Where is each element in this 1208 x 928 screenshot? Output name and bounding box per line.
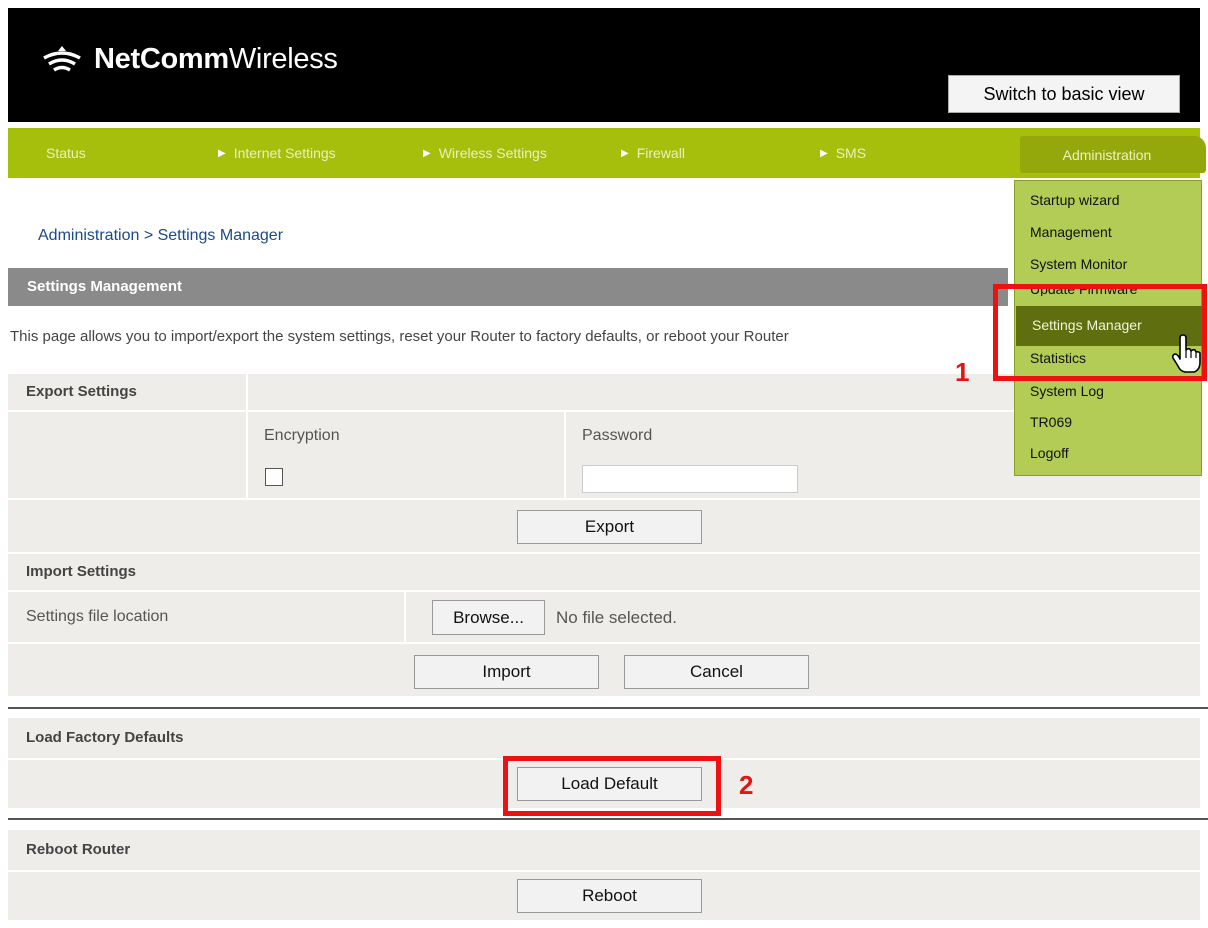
settings-file-label: Settings file location (26, 608, 169, 625)
nav-internet-settings[interactable]: ▶ Internet Settings (218, 128, 336, 178)
reboot-header-row (8, 830, 1200, 870)
wifi-logo-icon (43, 46, 81, 72)
triangle-right-icon: ▶ (423, 147, 431, 159)
nav-status[interactable]: Status (46, 128, 86, 178)
column-divider (246, 374, 248, 410)
export-button[interactable]: Export (517, 510, 702, 544)
triangle-right-icon: ▶ (621, 147, 629, 159)
section-divider (8, 818, 1208, 820)
file-status: No file selected. (556, 608, 677, 627)
column-divider (404, 592, 406, 642)
password-label: Password (582, 427, 653, 444)
reboot-title: Reboot Router (26, 841, 131, 858)
import-button-row (8, 644, 1200, 696)
menu-item-system-monitor[interactable]: System Monitor (1030, 256, 1127, 272)
menu-item-management[interactable]: Management (1030, 224, 1112, 240)
import-title: Import Settings (26, 563, 137, 580)
factory-title: Load Factory Defaults (26, 729, 184, 746)
cancel-button[interactable]: Cancel (624, 655, 809, 689)
brand-name: NetCommWireless (94, 42, 338, 75)
annotation-step1: 1 (955, 357, 970, 387)
password-input[interactable] (582, 465, 798, 493)
nav-sms[interactable]: ▶ SMS (820, 128, 866, 178)
menu-item-startup-wizard[interactable]: Startup wizard (1030, 192, 1119, 208)
nav-administration[interactable]: Administration (1020, 136, 1206, 173)
reboot-button[interactable]: Reboot (517, 879, 702, 913)
nav-wireless-settings[interactable]: ▶ Wireless Settings (423, 128, 547, 178)
triangle-right-icon: ▶ (820, 147, 828, 159)
switch-basic-view-button[interactable]: Switch to basic view (948, 75, 1180, 113)
breadcrumb: Administration > Settings Manager (38, 227, 284, 244)
annotation-step2: 2 (739, 770, 754, 800)
annotation-box-step1 (993, 284, 1207, 381)
nav-firewall[interactable]: ▶ Firewall (621, 128, 685, 178)
menu-item-system-log[interactable]: System Log (1030, 383, 1104, 399)
column-divider (246, 412, 248, 498)
brand-logo[interactable]: NetCommWireless (40, 42, 338, 76)
encryption-checkbox[interactable] (265, 468, 283, 486)
import-button[interactable]: Import (414, 655, 599, 689)
browse-button[interactable]: Browse... (432, 600, 545, 635)
annotation-box-step2 (503, 756, 721, 816)
menu-item-logoff[interactable]: Logoff (1030, 445, 1069, 461)
menu-item-tr069[interactable]: TR069 (1030, 414, 1072, 430)
triangle-right-icon: ▶ (218, 147, 226, 159)
page-description: This page allows you to import/export th… (10, 328, 789, 345)
section-divider (8, 707, 1208, 709)
section-title: Settings Management (27, 278, 183, 295)
export-title: Export Settings (26, 383, 137, 400)
import-header-row (8, 554, 1200, 590)
encryption-label: Encryption (264, 427, 340, 444)
column-divider (564, 412, 566, 498)
factory-header-row (8, 718, 1200, 758)
